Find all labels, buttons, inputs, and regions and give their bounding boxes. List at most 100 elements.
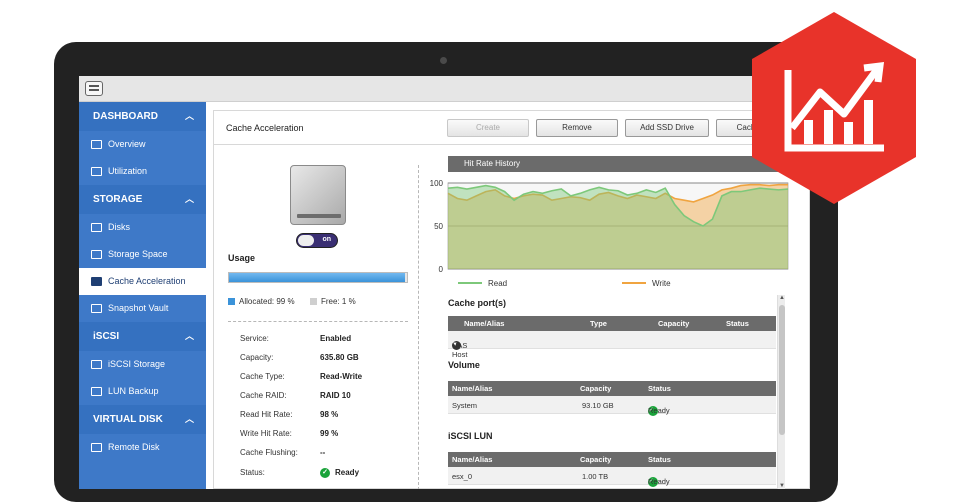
info-read-hit-rate: Read Hit Rate: 98 % [240, 405, 338, 424]
info-value: 635.80 GB [320, 353, 359, 362]
free-legend: Free: 1 % [310, 297, 356, 306]
row-name: esx_0 [452, 472, 473, 481]
hit-rate-chart: 0 50 100 Read Write [430, 179, 789, 288]
divider [228, 321, 408, 322]
sidebar-section-virtual-disk[interactable]: VIRTUAL DISK ︿ [79, 405, 206, 434]
info-value: Enabled [320, 334, 352, 343]
row-status-text: Ready [648, 406, 670, 415]
info-value: ✓ Ready [320, 467, 359, 478]
row-name-text: NAS Host [452, 341, 468, 359]
info-key: Cache Flushing: [240, 448, 298, 457]
snapshot-icon [91, 304, 102, 313]
toggle-label: on [322, 236, 331, 243]
cache-ports-header: Name/Alias Type Capacity Status [448, 316, 776, 331]
info-write-hit-rate: Write Hit Rate: 99 % [240, 424, 338, 443]
usage-fill [229, 273, 406, 282]
volume-header: Name/Alias Capacity Status [448, 381, 776, 396]
sidebar-item-utilization[interactable]: Utilization [79, 158, 206, 185]
column-header: Capacity [658, 319, 690, 328]
chevron-up-icon[interactable]: ︿ [185, 405, 194, 434]
sidebar-item-iscsi-storage[interactable]: iSCSI Storage [79, 351, 206, 378]
column-header: Name/Alias [464, 319, 505, 328]
cache-drive-icon [91, 277, 102, 286]
sidebar-item-lun-backup[interactable]: LUN Backup [79, 378, 206, 405]
create-button[interactable]: Create [447, 119, 529, 137]
column-header: Name/Alias [452, 455, 493, 464]
lun-backup-icon [91, 387, 102, 396]
cache-toggle[interactable]: on [296, 233, 338, 248]
info-service: Service: Enabled [240, 329, 351, 348]
chevron-up-icon[interactable]: ︿ [185, 102, 194, 131]
sidebar-item-label: Overview [108, 139, 146, 149]
y-tick-label: 100 [430, 179, 444, 188]
series-area-read [448, 185, 788, 269]
storage-space-icon [91, 250, 102, 259]
scroll-thumb[interactable] [779, 305, 785, 435]
top-bar [79, 76, 810, 102]
sidebar-item-label: Cache Acceleration [108, 276, 186, 286]
sidebar-item-label: Utilization [108, 166, 148, 176]
iscsi-lun-title: iSCSI LUN [448, 431, 493, 441]
sidebar-item-label: Snapshot Vault [108, 303, 169, 313]
info-key: Service: [240, 334, 269, 343]
info-key: Capacity: [240, 353, 274, 362]
sidebar-section-iscsi[interactable]: iSCSI ︿ [79, 322, 206, 351]
sidebar-section-storage[interactable]: STORAGE ︿ [79, 185, 206, 214]
main-panel: Cache Acceleration Create Remove Add SSD… [213, 110, 810, 489]
utilization-icon [91, 167, 102, 176]
sidebar-item-label: iSCSI Storage [108, 359, 166, 369]
info-key: Status: [240, 468, 265, 477]
sidebar-item-label: Disks [108, 222, 130, 232]
sidebar-item-cache-acceleration[interactable]: Cache Acceleration [79, 268, 206, 295]
allocated-label: Allocated: 99 % [239, 297, 295, 306]
column-header: Type [590, 319, 607, 328]
disk-icon [91, 223, 102, 232]
column-divider [418, 165, 419, 489]
info-key: Cache RAID: [240, 391, 287, 400]
remove-button[interactable]: Remove [536, 119, 618, 137]
row-status-text: Ready [648, 477, 670, 486]
sidebar-item-remote-disk[interactable]: Remote Disk [79, 434, 206, 461]
free-label: Free: 1 % [321, 297, 356, 306]
scroll-up-icon[interactable]: ▲ [778, 295, 786, 301]
usage-bar [228, 272, 408, 283]
column-header: Status [648, 455, 671, 464]
info-key: Write Hit Rate: [240, 429, 292, 438]
allocated-legend: Allocated: 99 % [228, 297, 295, 306]
table-row[interactable]: esx_0 1.00 TB ✓ Ready [448, 467, 776, 487]
info-value: Read-Write [320, 372, 363, 381]
sidebar-item-disks[interactable]: Disks [79, 214, 206, 241]
add-ssd-drive-button[interactable]: Add SSD Drive [625, 119, 709, 137]
legend-label-write: Write [652, 279, 671, 288]
table-row[interactable]: System 93.10 GB ✓ Ready [448, 396, 776, 416]
scroll-down-icon[interactable]: ▼ [778, 483, 786, 489]
allocated-swatch [228, 298, 235, 305]
app-menu-icon[interactable] [85, 81, 103, 96]
sidebar-item-label: Storage Space [108, 249, 168, 259]
info-value: RAID 10 [320, 391, 351, 400]
column-header: Capacity [580, 384, 612, 393]
column-header: Status [648, 384, 671, 393]
sidebar-item-storage-space[interactable]: Storage Space [79, 241, 206, 268]
page-title: Cache Acceleration [226, 123, 304, 133]
chevron-up-icon[interactable]: ︿ [185, 185, 194, 214]
scrollbar[interactable]: ▲ ▼ [777, 295, 785, 489]
y-tick-label: 50 [434, 222, 443, 231]
info-cache-type: Cache Type: Read-Write [240, 367, 362, 386]
chevron-up-icon[interactable]: ︿ [185, 322, 194, 351]
table-row[interactable]: ▼ NAS Host [448, 331, 776, 359]
usage-label: Usage [228, 253, 256, 263]
sidebar-item-snapshot-vault[interactable]: Snapshot Vault [79, 295, 206, 322]
iscsi-lun-header: Name/Alias Capacity Status [448, 452, 776, 467]
column-header: Status [726, 319, 749, 328]
info-value: 98 % [320, 410, 339, 419]
y-tick-label: 0 [439, 265, 444, 274]
sidebar-item-overview[interactable]: Overview [79, 131, 206, 158]
column-header: Name/Alias [452, 384, 493, 393]
section-label: DASHBOARD [93, 111, 158, 122]
sidebar-section-dashboard[interactable]: DASHBOARD ︿ [79, 102, 206, 131]
legend-label-read: Read [488, 279, 507, 288]
check-icon: ✓ [320, 467, 330, 478]
column-header: Capacity [580, 455, 612, 464]
info-key: Cache Type: [240, 372, 285, 381]
